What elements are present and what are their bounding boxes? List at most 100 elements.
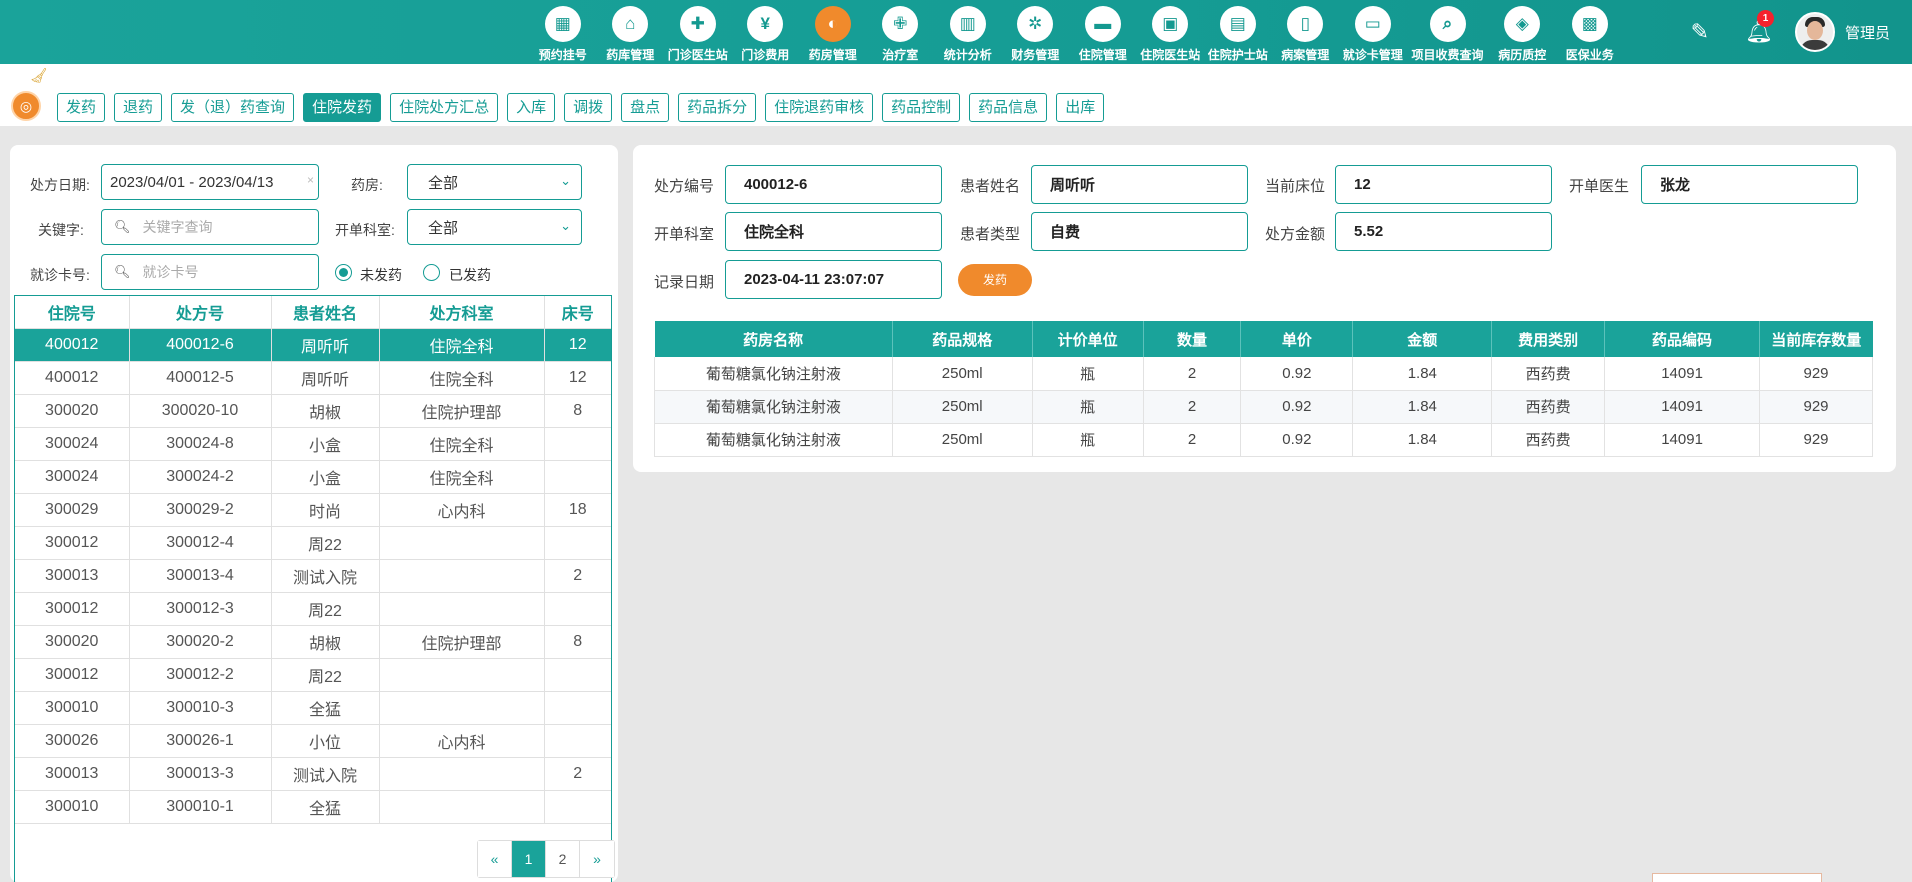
subtab-10[interactable]: 药品控制 [882,93,961,122]
edit-icon[interactable]: ✎ [1691,19,1709,45]
pharmacy-select[interactable]: 全部 ⌄ [407,164,582,200]
nav-item-2[interactable]: ✚ 门诊医生站 [664,0,732,64]
nav-item-3[interactable]: ¥ 门诊费用 [732,0,800,64]
date-range-input[interactable]: 2023/04/01 - 2023/04/13 × [101,164,319,200]
table-row[interactable]: 300012 300012-4 周22 [15,526,611,560]
nurse-icon: ✙ [882,6,919,42]
bell-icon[interactable]: 🔔︎ 1 [1745,10,1775,45]
nav-item-label: 就诊卡管理 [1342,48,1403,62]
broom-icon[interactable]: 🧹︎ [30,67,48,84]
shield-record-icon: ◈ [1504,6,1541,42]
dept-select-value: 全部 [428,219,459,237]
subtab-4[interactable]: 住院处方汇总 [390,93,499,122]
patient-field[interactable]: 周听听 [1031,165,1248,204]
page-2-button[interactable]: 2 [546,841,580,877]
table-row[interactable]: 300010 300010-1 全猛 [15,790,611,824]
nav-item-6[interactable]: ▥ 统计分析 [934,0,1002,64]
ptype-field[interactable]: 自费 [1031,212,1248,251]
table-row[interactable]: 300013 300013-3 测试入院 2 [15,757,611,791]
page-1-button[interactable]: 1 [512,841,546,877]
card-input[interactable]: 🔍︎ 就诊卡号 [101,254,319,290]
prev-page-button[interactable]: « [478,841,512,877]
nav-item-13[interactable]: ⌕ 项目收费查询 [1407,0,1489,64]
subtab-6[interactable]: 调拨 [564,93,613,122]
table-row[interactable]: 300029 300029-2 时尚 心内科 18 [15,493,611,527]
user-name[interactable]: 管理员 [1845,22,1890,43]
table-row[interactable]: 300012 300012-3 周22 [15,592,611,626]
dept-field[interactable]: 住院全科 [725,212,942,251]
table-cell [544,427,611,461]
table-row[interactable]: 300010 300010-3 全猛 [15,691,611,725]
table-row[interactable]: 葡萄糖氯化钠注射液 250ml 瓶 2 0.92 1.84 西药费 14091 929 [654,423,1873,457]
column-header[interactable]: 处方科室 [379,296,545,329]
table-cell: 瓶 [1032,390,1144,424]
table-row[interactable]: 300013 300013-4 测试入院 2 [15,559,611,593]
table-row[interactable]: 葡萄糖氯化钠注射液 250ml 瓶 2 0.92 1.84 西药费 14091 929 [654,390,1873,424]
subtab-8[interactable]: 药品拆分 [678,93,757,122]
rx-no-field[interactable]: 400012-6 [725,165,942,204]
column-header[interactable]: 处方号 [129,296,272,329]
subtab-1[interactable]: 退药 [114,93,163,122]
nav-item-14[interactable]: ◈ 病历质控 [1489,0,1557,64]
avatar[interactable] [1794,12,1835,52]
table-cell: 12 [544,328,611,362]
amount-field[interactable]: 5.52 [1335,212,1552,251]
nav-item-7[interactable]: ✲ 财务管理 [1002,0,1070,64]
table-row[interactable]: 300026 300026-1 小位 心内科 [15,724,611,758]
column-header[interactable]: 患者姓名 [271,296,380,329]
rx-no-label: 处方编号 [654,178,715,195]
nav-item-4[interactable]: ◐ 药房管理 [799,0,867,64]
table-cell [544,691,611,725]
nav-item-8[interactable]: ▬ 住院管理 [1069,0,1137,64]
table-row[interactable]: 400012 400012-6 周听听 住院全科 12 [15,328,611,362]
column-header[interactable]: 住院号 [15,296,130,329]
column-header[interactable]: 床号 [544,296,611,329]
subtab-2[interactable]: 发（退）药查询 [171,93,295,122]
nav-item-12[interactable]: ▭ 就诊卡管理 [1339,0,1407,64]
column-header: 单价 [1240,321,1354,357]
subtab-3[interactable]: 住院发药 [303,93,382,122]
table-cell: 300012-2 [129,658,272,692]
pharmacy-home-icon[interactable]: ◎ [11,91,41,121]
table-row[interactable]: 300012 300012-2 周22 [15,658,611,692]
table-row[interactable]: 400012 400012-5 周听听 住院全科 12 [15,361,611,395]
radio-dispensed[interactable] [423,264,440,281]
dept-select[interactable]: 全部 ⌄ [407,209,582,245]
table-cell [544,658,611,692]
dispense-button[interactable]: 发药 [958,264,1032,296]
nav-item-15[interactable]: ▩ 医保业务 [1556,0,1624,64]
table-cell: 西药费 [1491,357,1606,391]
radio-undispensed[interactable] [335,264,352,281]
nav-item-1[interactable]: ⌂ 药库管理 [597,0,665,64]
next-page-button[interactable]: » [580,841,614,877]
table-cell [379,790,545,824]
keyword-input[interactable]: 🔍︎ 关键字查询 [101,209,319,245]
bed-field[interactable]: 12 [1335,165,1552,204]
subtab-11[interactable]: 药品信息 [969,93,1048,122]
table-cell: 2 [1143,357,1242,391]
nav-item-0[interactable]: ▦ 预约挂号 [529,0,597,64]
nav-item-label: 医保业务 [1565,48,1614,62]
subtab-5[interactable]: 入库 [507,93,556,122]
clear-icon[interactable]: × [307,173,314,187]
subtab-12[interactable]: 出库 [1056,93,1105,122]
nav-item-label: 药房管理 [808,48,857,62]
doctor-field[interactable]: 张龙 [1641,165,1858,204]
nav-item-5[interactable]: ✙ 治疗室 [867,0,935,64]
table-row[interactable]: 300020 300020-10 胡椒 住院护理部 8 [15,394,611,428]
nav-item-9[interactable]: ▣ 住院医生站 [1137,0,1205,64]
subtab-7[interactable]: 盘点 [621,93,670,122]
table-row[interactable]: 葡萄糖氯化钠注射液 250ml 瓶 2 0.92 1.84 西药费 14091 929 [654,357,1873,391]
table-row[interactable]: 300024 300024-2 小盒 住院全科 [15,460,611,494]
ime-toolbar[interactable] [1652,873,1822,882]
table-cell: 心内科 [379,724,545,758]
table-cell: 300029-2 [129,493,272,527]
table-row[interactable]: 300020 300020-2 胡椒 住院护理部 8 [15,625,611,659]
subtab-0[interactable]: 发药 [57,93,106,122]
subtab-9[interactable]: 住院退药审核 [765,93,874,122]
nav-item-11[interactable]: ▯ 病案管理 [1272,0,1340,64]
table-cell: 300012 [15,658,130,692]
nav-item-10[interactable]: ▤ 住院护士站 [1204,0,1272,64]
table-row[interactable]: 300024 300024-8 小盒 住院全科 [15,427,611,461]
date-field[interactable]: 2023-04-11 23:07:07 [725,260,942,299]
